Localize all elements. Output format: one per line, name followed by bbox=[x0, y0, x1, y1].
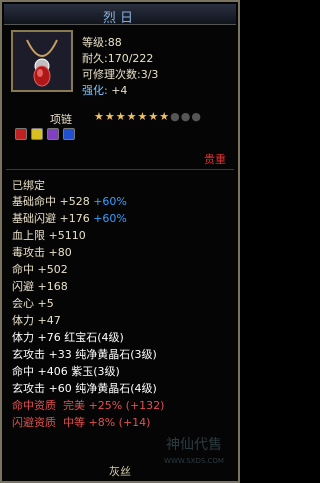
enhance-label: 强化: bbox=[82, 84, 108, 97]
star-empty-icon: ● bbox=[180, 110, 192, 123]
gem-attribute-row: 玄攻击 +33 纯净黄晶石(3级) bbox=[12, 348, 157, 361]
star-filled-icon: ★ bbox=[159, 110, 171, 123]
divider bbox=[6, 169, 234, 170]
bound-status: 已绑定 bbox=[12, 179, 45, 192]
ruby-gem-icon bbox=[15, 128, 27, 140]
necklace-icon bbox=[11, 30, 73, 92]
repair-count-text: 可修理次数:3/3 bbox=[82, 68, 159, 81]
title-bar: 烈日 bbox=[4, 4, 236, 26]
star-filled-icon: ★ bbox=[104, 110, 116, 123]
amethyst-gem-icon bbox=[47, 128, 59, 140]
aptitude-row: 命中资质 完美 +25% (+132) bbox=[12, 399, 165, 412]
attribute-row: 基础命中 +528 +60% bbox=[12, 195, 127, 208]
star-rating: ★★★★★★★●●● bbox=[94, 110, 202, 123]
star-empty-icon: ● bbox=[191, 110, 202, 123]
attribute-row: 体力 +47 bbox=[12, 314, 61, 327]
enhance-text: 强化: +4 bbox=[82, 82, 127, 98]
footer-text: 灰丝 bbox=[109, 465, 131, 478]
level-text: 等级:88 bbox=[82, 36, 122, 49]
sapphire-gem-icon bbox=[63, 128, 75, 140]
quality-label: 贵重 bbox=[204, 153, 226, 166]
star-filled-icon: ★ bbox=[148, 110, 160, 123]
aptitude-row: 闪避资质 中等 +8% (+14) bbox=[12, 416, 151, 429]
item-title: 烈日 bbox=[102, 11, 137, 26]
item-type-label: 项链 bbox=[50, 113, 72, 126]
star-filled-icon: ★ bbox=[126, 110, 138, 123]
topaz-gem-icon bbox=[31, 128, 43, 140]
star-empty-icon: ● bbox=[170, 110, 181, 123]
attribute-row: 会心 +5 bbox=[12, 297, 54, 310]
star-filled-icon: ★ bbox=[94, 110, 105, 123]
enhance-value: +4 bbox=[111, 84, 128, 97]
attribute-row: 血上限 +5110 bbox=[12, 229, 86, 242]
gem-attribute-row: 玄攻击 +60 纯净黄晶石(4级) bbox=[12, 382, 157, 395]
gem-attribute-row: 体力 +76 红宝石(4级) bbox=[12, 331, 124, 344]
gem-attribute-row: 命中 +406 紫玉(3级) bbox=[12, 365, 120, 378]
attribute-row: 闪避 +168 bbox=[12, 280, 68, 293]
attribute-row: 毒攻击 +80 bbox=[12, 246, 72, 259]
item-tooltip: 烈日 等级:88 耐久:170/222 可修理次数:3/3 强化: +4 项链 … bbox=[0, 0, 240, 483]
star-filled-icon: ★ bbox=[137, 110, 149, 123]
svg-text:神仙代售: 神仙代售 bbox=[166, 437, 222, 453]
attribute-row: 命中 +502 bbox=[12, 263, 68, 276]
attribute-row: 基础闪避 +176 +60% bbox=[12, 212, 127, 225]
star-filled-icon: ★ bbox=[115, 110, 127, 123]
durability-text: 耐久:170/222 bbox=[82, 52, 154, 65]
